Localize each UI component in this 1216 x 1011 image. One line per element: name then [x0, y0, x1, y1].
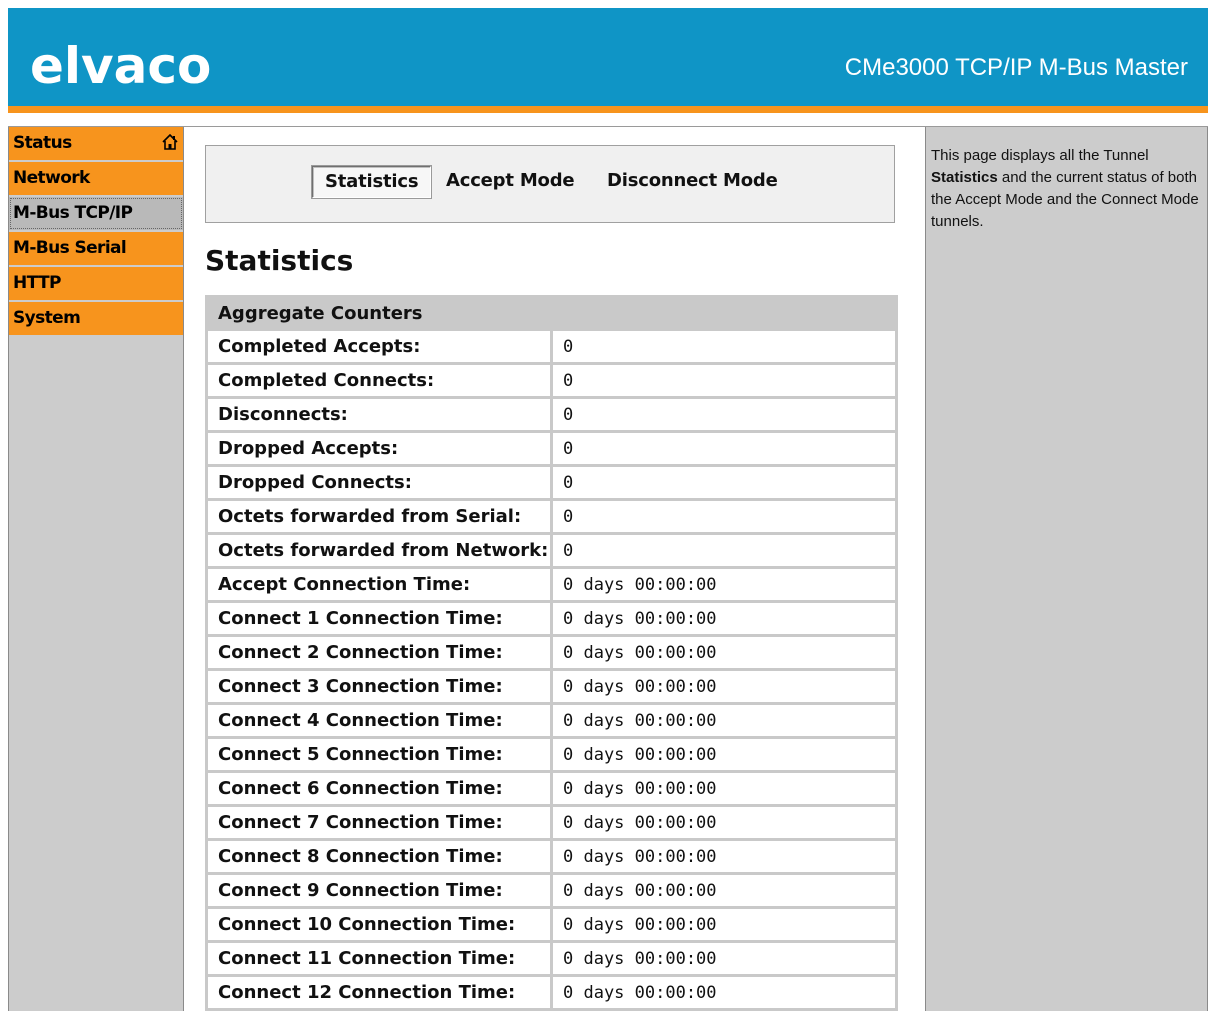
- row-value: 0 days 00:00:00: [553, 977, 895, 1008]
- table-row: Connect 2 Connection Time: 0 days 00:00:0…: [208, 637, 895, 668]
- sidebar: Status Network M-Bus TCP/IP M-Bus Serial…: [8, 127, 184, 1011]
- nav-item-mbus-serial[interactable]: M-Bus Serial: [9, 232, 183, 265]
- nav-item-network[interactable]: Network: [9, 162, 183, 195]
- table-row: Octets forwarded from Serial: 0: [208, 501, 895, 532]
- tab-bar: Statistics Accept Mode Disconnect Mode: [205, 145, 895, 223]
- row-label: Completed Accepts:: [208, 331, 550, 362]
- row-value: 0 days 00:00:00: [553, 739, 895, 770]
- table-row: Connect 12 Connection Time: 0 days 00:00:…: [208, 977, 895, 1008]
- table-row: Connect 5 Connection Time: 0 days 00:00:0…: [208, 739, 895, 770]
- nav-item-label: Status: [13, 133, 72, 153]
- row-label: Accept Connection Time:: [208, 569, 550, 600]
- table-row: Disconnects: 0: [208, 399, 895, 430]
- row-label: Connect 10 Connection Time:: [208, 909, 550, 940]
- home-icon: [162, 133, 178, 150]
- row-value: 0: [553, 501, 895, 532]
- nav-item-mbus-tcpip[interactable]: M-Bus TCP/IP: [9, 197, 183, 230]
- nav-item-label: M-Bus Serial: [13, 238, 127, 258]
- table-row: Connect 1 Connection Time: 0 days 00:00:0…: [208, 603, 895, 634]
- row-value: 0 days 00:00:00: [553, 569, 895, 600]
- row-value: 0 days 00:00:00: [553, 943, 895, 974]
- table-row: Connect 3 Connection Time: 0 days 00:00:0…: [208, 671, 895, 702]
- row-value: 0: [553, 433, 895, 464]
- row-value: 0: [553, 399, 895, 430]
- nav-item-label: HTTP: [13, 273, 61, 293]
- row-label: Dropped Connects:: [208, 467, 550, 498]
- row-value: 0: [553, 331, 895, 362]
- table-row: Connect 10 Connection Time: 0 days 00:00:…: [208, 909, 895, 940]
- help-text-keyword: Statistics: [931, 169, 998, 186]
- row-value: 0 days 00:00:00: [553, 875, 895, 906]
- row-value: 0 days 00:00:00: [553, 909, 895, 940]
- content-area: Statistics Accept Mode Disconnect Mode S…: [184, 127, 925, 1011]
- elvaco-logo: elvaco: [30, 37, 212, 95]
- table-row: Accept Connection Time: 0 days 00:00:00: [208, 569, 895, 600]
- product-name: CMe3000 TCP/IP M-Bus Master: [844, 54, 1188, 81]
- row-label: Connect 5 Connection Time:: [208, 739, 550, 770]
- row-label: Connect 8 Connection Time:: [208, 841, 550, 872]
- row-value: 0 days 00:00:00: [553, 705, 895, 736]
- nav-item-label: Network: [13, 168, 90, 188]
- row-value: 0: [553, 365, 895, 396]
- nav-item-label: System: [13, 308, 81, 328]
- row-value: 0 days 00:00:00: [553, 773, 895, 804]
- table-header: Aggregate Counters: [208, 298, 895, 328]
- nav-item-status[interactable]: Status: [9, 127, 183, 160]
- row-value: 0 days 00:00:00: [553, 671, 895, 702]
- row-label: Connect 1 Connection Time:: [208, 603, 550, 634]
- table-row: Dropped Connects: 0: [208, 467, 895, 498]
- nav-item-http[interactable]: HTTP: [9, 267, 183, 300]
- nav-item-label: M-Bus TCP/IP: [13, 203, 133, 223]
- row-value: 0: [553, 467, 895, 498]
- row-label: Connect 12 Connection Time:: [208, 977, 550, 1008]
- table-row: Connect 7 Connection Time: 0 days 00:00:0…: [208, 807, 895, 838]
- table-row: Connect 9 Connection Time: 0 days 00:00:0…: [208, 875, 895, 906]
- tab-disconnect-mode[interactable]: Disconnect Mode: [607, 166, 778, 196]
- row-label: Connect 6 Connection Time:: [208, 773, 550, 804]
- help-text: This page displays all the Tunnel Statis…: [931, 145, 1201, 233]
- header-divider: [8, 106, 1208, 113]
- row-label: Connect 7 Connection Time:: [208, 807, 550, 838]
- table-row: Connect 6 Connection Time: 0 days 00:00:0…: [208, 773, 895, 804]
- tab-accept-mode[interactable]: Accept Mode: [446, 166, 575, 196]
- row-label: Connect 4 Connection Time:: [208, 705, 550, 736]
- statistics-table: Aggregate Counters Completed Accepts: 0 Co…: [205, 295, 898, 1011]
- row-label: Connect 2 Connection Time:: [208, 637, 550, 668]
- row-label: Octets forwarded from Network:: [208, 535, 550, 566]
- table-row: Connect 4 Connection Time: 0 days 00:00:0…: [208, 705, 895, 736]
- tab-statistics[interactable]: Statistics: [310, 165, 433, 199]
- row-value: 0 days 00:00:00: [553, 841, 895, 872]
- table-row: Octets forwarded from Network: 0: [208, 535, 895, 566]
- table-row: Dropped Accepts: 0: [208, 433, 895, 464]
- row-value: 0 days 00:00:00: [553, 807, 895, 838]
- row-label: Connect 9 Connection Time:: [208, 875, 550, 906]
- row-label: Octets forwarded from Serial:: [208, 501, 550, 532]
- row-value: 0: [553, 535, 895, 566]
- row-label: Dropped Accepts:: [208, 433, 550, 464]
- row-label: Connect 11 Connection Time:: [208, 943, 550, 974]
- table-row: Completed Connects: 0: [208, 365, 895, 396]
- row-label: Completed Connects:: [208, 365, 550, 396]
- header-banner: elvaco CMe3000 TCP/IP M-Bus Master: [8, 8, 1208, 106]
- page-title: Statistics: [205, 244, 354, 277]
- row-value: 0 days 00:00:00: [553, 637, 895, 668]
- main-frame: Status Network M-Bus TCP/IP M-Bus Serial…: [8, 126, 1208, 1011]
- help-text-intro: This page displays all the Tunnel: [931, 147, 1149, 164]
- table-row: Completed Accepts: 0: [208, 331, 895, 362]
- help-panel: This page displays all the Tunnel Statis…: [925, 127, 1208, 1011]
- row-label: Disconnects:: [208, 399, 550, 430]
- table-row: Connect 8 Connection Time: 0 days 00:00:0…: [208, 841, 895, 872]
- row-label: Connect 3 Connection Time:: [208, 671, 550, 702]
- row-value: 0 days 00:00:00: [553, 603, 895, 634]
- nav-item-system[interactable]: System: [9, 302, 183, 335]
- table-row: Connect 11 Connection Time: 0 days 00:00:…: [208, 943, 895, 974]
